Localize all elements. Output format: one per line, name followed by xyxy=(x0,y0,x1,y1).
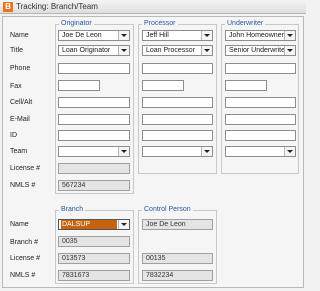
control-person-nmls-field: 7832234 xyxy=(142,270,213,281)
control-person-license-field: 00135 xyxy=(142,253,213,264)
chevron-down-icon[interactable] xyxy=(118,147,129,156)
processor-legend: Processor xyxy=(142,20,178,28)
chevron-down-icon[interactable] xyxy=(118,220,129,229)
underwriter-name-value: John Homeowner xyxy=(229,32,284,39)
chevron-down-icon[interactable] xyxy=(284,31,295,40)
underwriter-title-value: Senior Underwriter xyxy=(229,47,284,54)
chevron-down-icon[interactable] xyxy=(118,31,129,40)
chevron-down-icon[interactable] xyxy=(201,147,212,156)
underwriter-cell-input[interactable] xyxy=(225,97,296,108)
processor-email-input[interactable] xyxy=(142,114,213,125)
branch-name-select[interactable]: DALSUP xyxy=(58,219,130,230)
underwriter-phone-input[interactable] xyxy=(225,63,296,74)
underwriter-legend: Underwriter xyxy=(225,20,266,28)
label-branch-nmls: NMLS # xyxy=(10,272,36,279)
originator-email-input[interactable] xyxy=(58,114,130,125)
chevron-down-icon[interactable] xyxy=(284,46,295,55)
underwriter-fax-input[interactable] xyxy=(225,80,267,91)
title-bar: B Tracking: Branch/Team xyxy=(0,0,306,14)
branch-nmls-field: 7831673 xyxy=(58,270,130,281)
label-phone: Phone xyxy=(10,65,31,72)
originator-fax-input[interactable] xyxy=(58,80,100,91)
originator-license-field xyxy=(58,163,130,174)
processor-phone-input[interactable] xyxy=(142,63,213,74)
label-nmls: NMLS # xyxy=(10,182,36,189)
originator-id-input[interactable] xyxy=(58,130,130,141)
processor-name-value: Jeff Hill xyxy=(146,32,169,39)
branch-license-field: 013573 xyxy=(58,253,130,264)
originator-title-select[interactable]: Loan Originator xyxy=(58,45,130,56)
processor-title-select[interactable]: Loan Processor xyxy=(142,45,213,56)
chevron-down-icon[interactable] xyxy=(201,31,212,40)
processor-cell-input[interactable] xyxy=(142,97,213,108)
label-fax: Fax xyxy=(10,83,22,90)
branch-legend: Branch xyxy=(59,206,86,214)
label-branch-num: Branch # xyxy=(10,239,39,246)
branch-name-value: DALSUP xyxy=(61,220,117,229)
originator-team-select[interactable] xyxy=(58,146,130,157)
processor-id-input[interactable] xyxy=(142,130,213,141)
underwriter-team-select[interactable] xyxy=(225,146,296,157)
chevron-down-icon[interactable] xyxy=(118,46,129,55)
branch-number-field: 0035 xyxy=(58,236,130,247)
label-email: E-Mail xyxy=(10,116,30,123)
window-title: Tracking: Branch/Team xyxy=(16,2,98,11)
originator-name-select[interactable]: Joe De Leon xyxy=(58,30,130,41)
label-branch-name: Name xyxy=(10,221,29,228)
processor-title-value: Loan Processor xyxy=(146,47,196,54)
underwriter-title-select[interactable]: Senior Underwriter xyxy=(225,45,296,56)
originator-nmls-field: 567234 xyxy=(58,180,130,191)
label-name: Name xyxy=(10,32,29,39)
control-person-name-field: Joe De Leon xyxy=(142,219,213,230)
label-cell: Cell/Alt xyxy=(10,99,33,106)
control-person-legend: Control Person xyxy=(142,206,193,214)
processor-fax-input[interactable] xyxy=(142,80,184,91)
underwriter-name-select[interactable]: John Homeowner xyxy=(225,30,296,41)
originator-phone-input[interactable] xyxy=(58,63,130,74)
label-branch-license: License # xyxy=(10,255,40,262)
app-icon: B xyxy=(3,2,13,12)
processor-name-select[interactable]: Jeff Hill xyxy=(142,30,213,41)
label-id: ID xyxy=(10,132,17,139)
originator-cell-input[interactable] xyxy=(58,97,130,108)
label-license: License # xyxy=(10,165,40,172)
chevron-down-icon[interactable] xyxy=(201,46,212,55)
label-title: Title xyxy=(10,47,23,54)
originator-title-value: Loan Originator xyxy=(62,47,111,54)
label-team: Team xyxy=(10,148,28,155)
underwriter-email-input[interactable] xyxy=(225,114,296,125)
processor-team-select[interactable] xyxy=(142,146,213,157)
originator-name-value: Joe De Leon xyxy=(62,32,102,39)
originator-legend: Originator xyxy=(59,20,94,28)
chevron-down-icon[interactable] xyxy=(284,147,295,156)
underwriter-id-input[interactable] xyxy=(225,130,296,141)
